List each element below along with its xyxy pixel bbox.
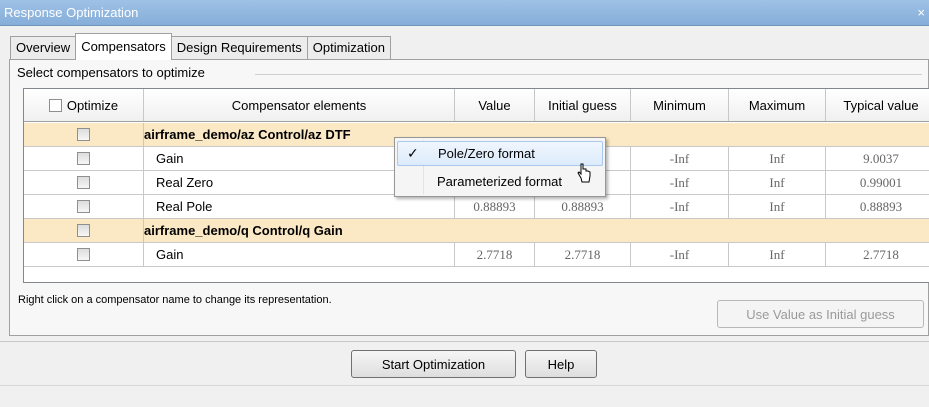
compensators-panel: Select compensators to optimize Optimize… [9, 59, 929, 336]
minimum-cell[interactable]: -Inf [631, 243, 729, 266]
row-optimize-cell [24, 171, 144, 194]
representation-context-menu: ✓ Pole/Zero format Parameterized format [394, 137, 606, 197]
start-optimization-button[interactable]: Start Optimization [351, 350, 516, 378]
row-optimize-cell [24, 219, 144, 242]
header-value[interactable]: Value [455, 89, 535, 121]
select-all-checkbox[interactable] [48, 98, 62, 112]
checkmark-icon: ✓ [407, 145, 419, 161]
header-optimize[interactable]: Optimize [24, 89, 144, 121]
hint-text: Right click on a compensator name to cha… [18, 294, 332, 306]
typical-value-cell[interactable]: 0.88893 [826, 195, 929, 218]
tab-design-requirements[interactable]: Design Requirements [170, 36, 308, 60]
maximum-cell[interactable]: Inf [729, 147, 826, 170]
typical-value-cell[interactable]: 2.7718 [826, 243, 929, 266]
initial-guess-cell[interactable]: 0.88893 [535, 195, 631, 218]
optimize-checkbox[interactable] [77, 248, 90, 261]
value-cell[interactable]: 2.7718 [455, 243, 535, 266]
close-icon[interactable]: × [917, 0, 925, 26]
hand-cursor-icon [577, 163, 591, 183]
window-titlebar: Response Optimization × [0, 0, 929, 26]
optimize-checkbox[interactable] [77, 128, 90, 141]
maximum-cell[interactable]: Inf [729, 243, 826, 266]
row-optimize-cell [24, 147, 144, 170]
minimum-cell[interactable]: -Inf [631, 147, 729, 170]
table-header: Optimize Compensator elements Value Init… [24, 89, 929, 122]
compensator-element[interactable]: Real Pole [144, 195, 455, 218]
tab-optimization[interactable]: Optimization [306, 36, 391, 60]
header-compensator-elements[interactable]: Compensator elements [144, 89, 455, 121]
menu-item-pole-zero-format[interactable]: ✓ Pole/Zero format [397, 141, 603, 166]
table-row[interactable]: Gain 2.7718 2.7718 -Inf Inf 2.7718 [24, 243, 929, 267]
minimum-cell[interactable]: -Inf [631, 195, 729, 218]
typical-value-cell[interactable]: 9.0037 [826, 147, 929, 170]
value-cell[interactable]: 0.88893 [455, 195, 535, 218]
optimize-checkbox[interactable] [77, 152, 90, 165]
menu-item-label: Pole/Zero format [438, 146, 535, 161]
group-divider [255, 74, 922, 75]
minimum-cell[interactable]: -Inf [631, 171, 729, 194]
compensator-element[interactable]: Gain [144, 243, 455, 266]
tab-bar: Overview Compensators Design Requirement… [10, 33, 391, 60]
header-initial-guess[interactable]: Initial guess [535, 89, 631, 121]
row-optimize-cell [24, 123, 144, 146]
typical-value-cell[interactable]: 0.99001 [826, 171, 929, 194]
header-typical-value[interactable]: Typical value [826, 89, 929, 121]
row-optimize-cell [24, 195, 144, 218]
table-row-group[interactable]: airframe_demo/q Control/q Gain [24, 219, 929, 243]
help-button[interactable]: Help [525, 350, 597, 378]
optimize-checkbox[interactable] [77, 176, 90, 189]
optimize-checkbox[interactable] [77, 200, 90, 213]
group-label: Select compensators to optimize [17, 65, 205, 80]
tab-overview[interactable]: Overview [10, 36, 77, 60]
group-name[interactable]: airframe_demo/q Control/q Gain [144, 219, 929, 242]
initial-guess-cell[interactable]: 2.7718 [535, 243, 631, 266]
menu-item-parameterized-format[interactable]: Parameterized format [397, 169, 603, 194]
window-title: Response Optimization [4, 5, 139, 20]
header-maximum[interactable]: Maximum [729, 89, 826, 121]
row-optimize-cell [24, 243, 144, 266]
maximum-cell[interactable]: Inf [729, 171, 826, 194]
table-row[interactable]: Real Pole 0.88893 0.88893 -Inf Inf 0.888… [24, 195, 929, 219]
use-value-as-initial-guess-button[interactable]: Use Value as Initial guess [717, 300, 924, 328]
status-divider [0, 385, 929, 386]
tab-compensators[interactable]: Compensators [75, 33, 172, 60]
menu-item-label: Parameterized format [437, 174, 562, 189]
maximum-cell[interactable]: Inf [729, 195, 826, 218]
divider [0, 341, 929, 342]
optimize-checkbox[interactable] [77, 224, 90, 237]
header-minimum[interactable]: Minimum [631, 89, 729, 121]
header-optimize-label: Optimize [66, 97, 119, 113]
